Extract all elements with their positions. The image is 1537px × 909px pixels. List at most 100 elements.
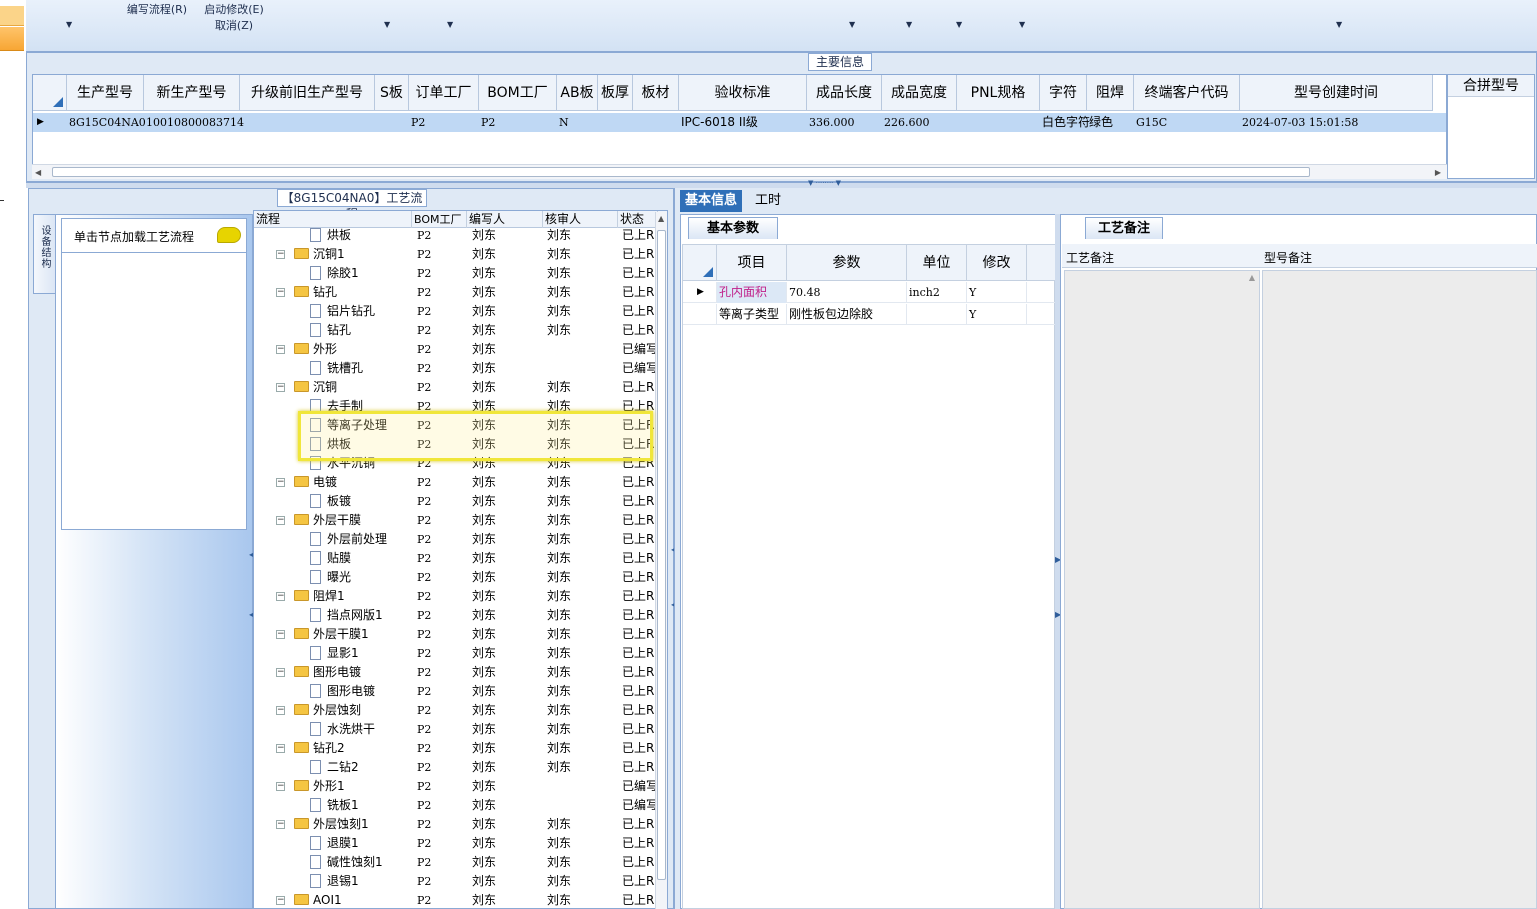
- left-orange-button-2[interactable]: [0, 27, 24, 51]
- scroll-thumb[interactable]: [52, 167, 1310, 177]
- left-orange-button-1[interactable]: [0, 6, 24, 26]
- param-unit[interactable]: inch2: [907, 282, 967, 303]
- chevron-down-icon[interactable]: ▼: [66, 20, 72, 29]
- tree-leaf-node[interactable]: 除胶1 P2 刘东 刘东 已上R: [254, 264, 654, 283]
- param-value[interactable]: 刚性板包边除胶: [787, 304, 907, 325]
- tree-leaf-node[interactable]: 贴膜 P2 刘东 刘东 已上R: [254, 549, 654, 568]
- main-col-header[interactable]: 成品宽度: [882, 75, 957, 111]
- main-col-header[interactable]: 字符: [1040, 75, 1087, 111]
- main-col-header[interactable]: 成品长度: [807, 75, 882, 111]
- col-param[interactable]: 参数: [787, 245, 907, 281]
- main-col-header[interactable]: 订单工厂: [409, 75, 479, 111]
- tree-group-node[interactable]: − 沉铜1 P2 刘东 刘东 已上R: [254, 245, 654, 264]
- collapse-node-icon[interactable]: −: [276, 478, 285, 487]
- tree-group-node[interactable]: − 沉铜 P2 刘东 刘东 已上R: [254, 378, 654, 397]
- param-item[interactable]: 等离子类型: [717, 304, 787, 325]
- main-col-header[interactable]: BOM工厂: [479, 75, 557, 111]
- chevron-down-icon[interactable]: ▼: [849, 20, 855, 29]
- tree-group-node[interactable]: − 图形电镀 P2 刘东 刘东 已上R: [254, 663, 654, 682]
- main-cell[interactable]: P2: [481, 113, 495, 132]
- tree-leaf-node[interactable]: 外层前处理 P2 刘东 刘东 已上R: [254, 530, 654, 549]
- collapse-node-icon[interactable]: −: [276, 706, 285, 715]
- main-col-header[interactable]: 生产型号: [67, 75, 144, 111]
- main-cell[interactable]: 8G15C04NA0: [69, 113, 146, 132]
- collapse-node-icon[interactable]: −: [276, 250, 285, 259]
- tree-group-node[interactable]: − 阻焊1 P2 刘东 刘东 已上R: [254, 587, 654, 606]
- main-cell[interactable]: 336.000: [809, 113, 855, 132]
- main-col-header[interactable]: 阻焊: [1087, 75, 1134, 111]
- tree-leaf-node[interactable]: 挡点网版1 P2 刘东 刘东 已上R: [254, 606, 654, 625]
- main-col-header[interactable]: 板厚: [598, 75, 633, 111]
- collapse-node-icon[interactable]: −: [276, 630, 285, 639]
- tree-group-node[interactable]: − 外形 P2 刘东 已编写: [254, 340, 658, 359]
- param-modify[interactable]: Y: [967, 304, 1027, 325]
- tree-leaf-node[interactable]: 图形电镀 P2 刘东 刘东 已上R: [254, 682, 654, 701]
- param-item[interactable]: 孔内面积: [717, 282, 787, 303]
- tree-group-node[interactable]: − 外层干膜1 P2 刘东 刘东 已上R: [254, 625, 654, 644]
- tree-leaf-node[interactable]: 烘板 P2 刘东 刘东 已上R: [254, 226, 654, 245]
- main-col-header[interactable]: PNL规格: [957, 75, 1040, 111]
- horizontal-scrollbar[interactable]: ◀ ▶: [32, 164, 1447, 179]
- main-cell[interactable]: 226.600: [884, 113, 930, 132]
- collapse-node-icon[interactable]: −: [276, 383, 285, 392]
- tree-leaf-node[interactable]: 退膜1 P2 刘东 刘东 已上R: [254, 834, 654, 853]
- main-col-header[interactable]: 验收标准: [679, 75, 807, 111]
- main-col-header[interactable]: 终端客户代码: [1134, 75, 1240, 111]
- table-row[interactable]: 等离子类型 刚性板包边除胶 Y: [683, 304, 1056, 325]
- edit-flow-button[interactable]: 编写流程(R): [112, 2, 202, 18]
- collapse-node-icon[interactable]: −: [276, 345, 285, 354]
- collapse-node-icon[interactable]: −: [276, 820, 285, 829]
- main-col-header[interactable]: 板材: [633, 75, 679, 111]
- col-item[interactable]: 项目: [717, 245, 787, 281]
- main-cell[interactable]: 绿色: [1089, 113, 1113, 132]
- tree-leaf-node[interactable]: 铣板1 P2 刘东 已编写: [254, 796, 658, 815]
- collapse-node-icon[interactable]: −: [276, 896, 285, 905]
- tree-leaf-node[interactable]: 水洗烘干 P2 刘东 刘东 已上R: [254, 720, 654, 739]
- main-col-header[interactable]: S板: [375, 75, 409, 111]
- chevron-down-icon[interactable]: ▼: [447, 20, 453, 29]
- main-cell[interactable]: 2024-07-03 15:01:58: [1242, 113, 1358, 132]
- chevron-down-icon[interactable]: ▼: [384, 20, 390, 29]
- tree-group-node[interactable]: − 外形1 P2 刘东 已编写: [254, 777, 658, 796]
- scroll-thumb[interactable]: [657, 230, 666, 880]
- tree-group-node[interactable]: − 电镀 P2 刘东 刘东 已上R: [254, 473, 654, 492]
- tree-leaf-node[interactable]: 钻孔 P2 刘东 刘东 已上R: [254, 321, 654, 340]
- collapse-node-icon[interactable]: −: [276, 782, 285, 791]
- main-col-header[interactable]: 型号创建时间: [1240, 75, 1433, 111]
- device-structure-tab[interactable]: 设备结构: [33, 214, 55, 294]
- tree-leaf-node[interactable]: 铣槽孔 P2 刘东 已编写: [254, 359, 658, 378]
- param-value[interactable]: 70.48: [787, 282, 907, 303]
- col-unit[interactable]: 单位: [907, 245, 967, 281]
- chevron-down-icon[interactable]: ▼: [1019, 20, 1025, 29]
- tree-leaf-node[interactable]: 退锡1 P2 刘东 刘东 已上R: [254, 872, 654, 891]
- tree-group-node[interactable]: − 外层蚀刻 P2 刘东 刘东 已上R: [254, 701, 654, 720]
- tree-group-node[interactable]: − 钻孔2 P2 刘东 刘东 已上R: [254, 739, 654, 758]
- collapse-node-icon[interactable]: −: [276, 668, 285, 677]
- tree-group-node[interactable]: − 外层蚀刻1 P2 刘东 刘东 已上R: [254, 815, 654, 834]
- tree-group-node[interactable]: − 钻孔 P2 刘东 刘东 已上R: [254, 283, 654, 302]
- start-modify-button[interactable]: 启动修改(E): [194, 2, 274, 18]
- param-modify[interactable]: Y: [967, 282, 1027, 303]
- tab-basic-params[interactable]: 基本参数: [688, 217, 778, 239]
- tree-leaf-node[interactable]: 铝片钻孔 P2 刘东 刘东 已上R: [254, 302, 654, 321]
- main-col-header[interactable]: AB板: [557, 75, 598, 111]
- tree-vertical-scrollbar[interactable]: ▲: [655, 212, 667, 909]
- main-cell[interactable]: IPC-6018 II级: [681, 113, 758, 132]
- collapse-node-icon[interactable]: −: [276, 288, 285, 297]
- tab-process-notes[interactable]: 工艺备注: [1085, 217, 1163, 239]
- speech-bubble-icon[interactable]: [217, 227, 241, 243]
- table-row[interactable]: ▶ 8G15C04NA0 10010800083714 P2 P2 N IPC-6018 …: [33, 113, 1446, 132]
- tab-work-hours[interactable]: 工时: [746, 190, 790, 212]
- model-notes-field[interactable]: [1262, 270, 1537, 909]
- param-unit[interactable]: [907, 304, 967, 325]
- main-cell[interactable]: G15C: [1136, 113, 1167, 132]
- collapse-node-icon[interactable]: −: [276, 516, 285, 525]
- chevron-down-icon[interactable]: ▼: [956, 20, 962, 29]
- main-cell[interactable]: P2: [411, 113, 425, 132]
- collapse-node-icon[interactable]: −: [276, 744, 285, 753]
- tree-group-node[interactable]: − 外层干膜 P2 刘东 刘东 已上R: [254, 511, 654, 530]
- tree-leaf-node[interactable]: 板镀 P2 刘东 刘东 已上R: [254, 492, 654, 511]
- process-notes-field[interactable]: ▲: [1064, 270, 1260, 909]
- col-modify[interactable]: 修改: [967, 245, 1027, 281]
- tree-leaf-node[interactable]: 曝光 P2 刘东 刘东 已上R: [254, 568, 654, 587]
